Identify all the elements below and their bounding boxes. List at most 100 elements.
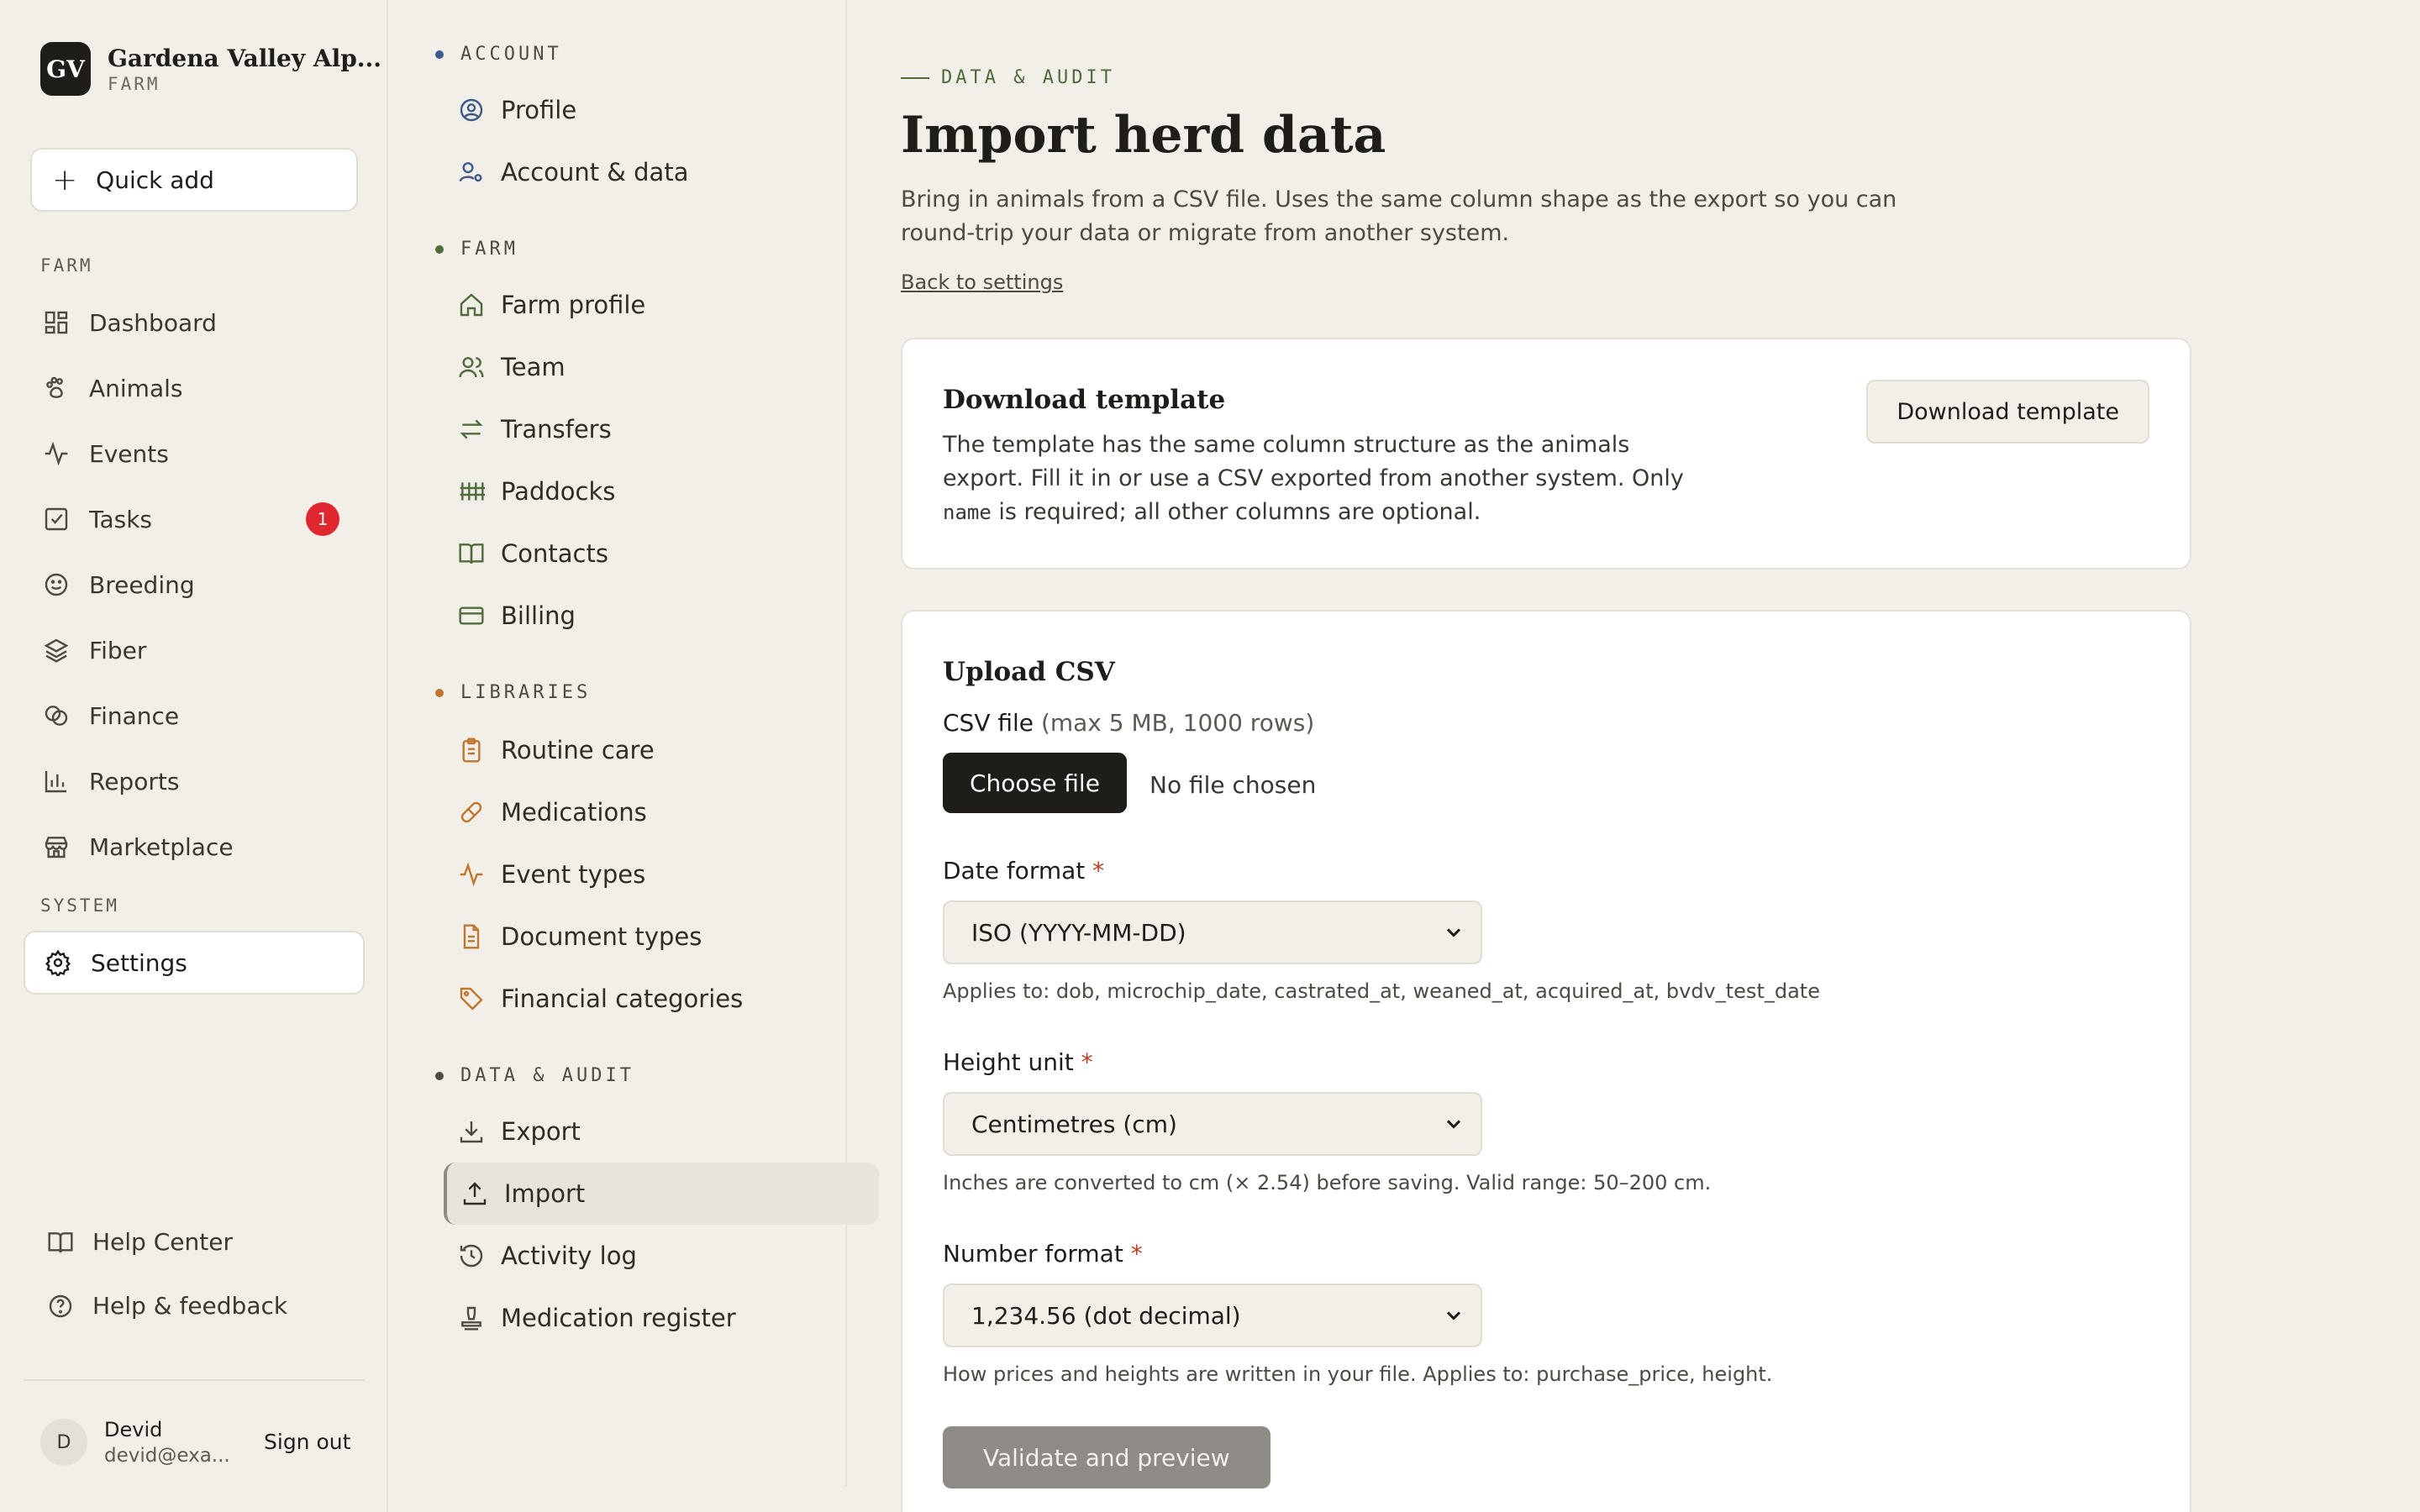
coins-icon xyxy=(42,701,71,730)
download-template-card: Download template The template has the s… xyxy=(901,338,2191,570)
sidebar-item-fiber[interactable]: Fiber xyxy=(30,622,358,679)
subnav-item-import[interactable]: Import xyxy=(444,1163,879,1225)
store-icon xyxy=(42,832,71,861)
sidebar-item-breeding[interactable]: Breeding xyxy=(30,556,358,613)
sidebar-item-label: Reports xyxy=(89,767,180,795)
date-format-label: Date format * xyxy=(943,857,1104,885)
subnav-item-contacts[interactable]: Contacts xyxy=(444,522,810,585)
subnav-item-label: Export xyxy=(501,1117,581,1146)
quick-add-label: Quick add xyxy=(96,165,214,194)
subnav-item-profile[interactable]: Profile xyxy=(444,79,810,141)
primary-sidebar: GV Gardena Valley Alp... FARM + Quick ad… xyxy=(0,0,388,1512)
subnav-heading-libraries: LIBRARIES xyxy=(435,682,592,703)
subnav-item-financial-categories[interactable]: Financial categories xyxy=(444,968,810,1030)
farm-subtitle: FARM xyxy=(108,73,160,94)
stamp-icon xyxy=(457,1304,486,1332)
credit-card-icon xyxy=(457,601,486,630)
subnav-item-document-types[interactable]: Document types xyxy=(444,906,810,968)
user-name: Devid xyxy=(104,1418,163,1441)
template-text-part-2: is required; all other columns are optio… xyxy=(998,499,1481,525)
sidebar-divider xyxy=(24,1379,365,1381)
page-eyebrow: DATA & AUDIT xyxy=(901,67,1115,88)
date-format-hint: Applies to: dob, microchip_date, castrat… xyxy=(943,979,1820,1003)
smile-icon xyxy=(42,570,71,599)
sidebar-item-dashboard[interactable]: Dashboard xyxy=(30,294,358,351)
user-cog-icon xyxy=(457,158,486,186)
sidebar-item-finance[interactable]: Finance xyxy=(30,687,358,744)
section-dot xyxy=(435,244,444,254)
sidebar-item-events[interactable]: Events xyxy=(30,425,358,482)
fence-icon xyxy=(457,477,486,506)
paw-icon xyxy=(42,374,71,402)
help-feedback-link[interactable]: Help & feedback xyxy=(47,1292,287,1320)
quick-add-button[interactable]: + Quick add xyxy=(30,148,358,212)
subnav-item-label: Medication register xyxy=(501,1304,736,1332)
subnav-item-label: Event types xyxy=(501,860,646,889)
sidebar-item-tasks[interactable]: Tasks 1 xyxy=(30,491,358,548)
download-template-description: The template has the same column structu… xyxy=(943,428,1699,529)
number-format-value: 1,234.56 (dot decimal) xyxy=(971,1301,1241,1330)
subnav-item-medications[interactable]: Medications xyxy=(444,781,810,843)
number-format-hint: How prices and heights are written in yo… xyxy=(943,1362,1773,1386)
subnav-heading-data-audit: DATA & AUDIT xyxy=(435,1065,634,1086)
upload-icon xyxy=(460,1179,489,1208)
subnav-item-activity-log[interactable]: Activity log xyxy=(444,1225,810,1287)
height-unit-select[interactable]: Centimetres (cm) xyxy=(943,1092,1482,1156)
subnav-item-medication-register[interactable]: Medication register xyxy=(444,1287,810,1349)
tag-icon xyxy=(457,984,486,1013)
choose-file-button[interactable]: Choose file xyxy=(943,753,1127,813)
user-profile[interactable]: D Devid devid@exa... xyxy=(40,1418,230,1467)
sidebar-item-marketplace[interactable]: Marketplace xyxy=(30,818,358,875)
subnav-item-export[interactable]: Export xyxy=(444,1100,810,1163)
sidebar-item-label: Marketplace xyxy=(89,832,234,861)
help-center-link[interactable]: Help Center xyxy=(47,1228,233,1256)
section-dot xyxy=(435,1071,444,1080)
chevron-down-icon xyxy=(1446,928,1461,937)
avatar: D xyxy=(40,1419,87,1466)
book-icon xyxy=(457,539,486,568)
pill-icon xyxy=(457,798,486,827)
subnav-item-billing[interactable]: Billing xyxy=(444,585,810,647)
subnav-item-label: Import xyxy=(504,1179,586,1208)
sidebar-item-animals[interactable]: Animals xyxy=(30,360,358,417)
sidebar-item-settings[interactable]: Settings xyxy=(24,931,365,995)
download-template-button[interactable]: Download template xyxy=(1866,380,2149,444)
subnav-heading-label: LIBRARIES xyxy=(460,682,592,703)
subnav-item-label: Document types xyxy=(501,922,702,951)
number-format-select[interactable]: 1,234.56 (dot decimal) xyxy=(943,1284,1482,1347)
subnav-item-routine-care[interactable]: Routine care xyxy=(444,719,810,781)
sidebar-item-reports[interactable]: Reports xyxy=(30,753,358,810)
csv-file-label: CSV file (max 5 MB, 1000 rows) xyxy=(943,709,1314,737)
user-circle-icon xyxy=(457,96,486,124)
eyebrow-label: DATA & AUDIT xyxy=(941,67,1115,88)
subnav-item-label: Billing xyxy=(501,601,576,630)
book-open-icon xyxy=(48,1231,73,1252)
section-dot xyxy=(435,688,444,697)
subnav-item-team[interactable]: Team xyxy=(444,336,810,398)
number-format-label-text: Number format xyxy=(943,1240,1123,1268)
template-required-column: name xyxy=(943,501,992,524)
subnav-item-farm-profile[interactable]: Farm profile xyxy=(444,274,810,336)
subnav-item-transfers[interactable]: Transfers xyxy=(444,398,810,460)
back-to-settings-link[interactable]: Back to settings xyxy=(901,270,1063,294)
subnav-item-paddocks[interactable]: Paddocks xyxy=(444,460,810,522)
sidebar-item-label: Fiber xyxy=(89,636,147,664)
help-circle-icon xyxy=(49,1294,72,1317)
number-format-label: Number format * xyxy=(943,1240,1143,1268)
subnav-item-label: Farm profile xyxy=(501,291,646,319)
subnav-item-label: Contacts xyxy=(501,539,608,568)
download-template-title: Download template xyxy=(943,385,1226,415)
required-indicator: * xyxy=(1081,1048,1093,1076)
sign-out-button[interactable]: Sign out xyxy=(264,1430,350,1454)
required-indicator: * xyxy=(1092,857,1105,885)
plus-icon: + xyxy=(52,162,78,197)
subnav-item-account-data[interactable]: Account & data xyxy=(444,141,810,203)
upload-csv-card: Upload CSV CSV file (max 5 MB, 1000 rows… xyxy=(901,610,2191,1512)
validate-and-preview-button[interactable]: Validate and preview xyxy=(943,1426,1270,1488)
date-format-select[interactable]: ISO (YYYY-MM-DD) xyxy=(943,900,1482,964)
brand[interactable]: GV Gardena Valley Alp... FARM xyxy=(40,42,381,96)
required-indicator: * xyxy=(1130,1240,1143,1268)
tasks-count-badge: 1 xyxy=(306,502,339,536)
subnav-item-event-types[interactable]: Event types xyxy=(444,843,810,906)
subnav-item-label: Routine care xyxy=(501,736,655,764)
